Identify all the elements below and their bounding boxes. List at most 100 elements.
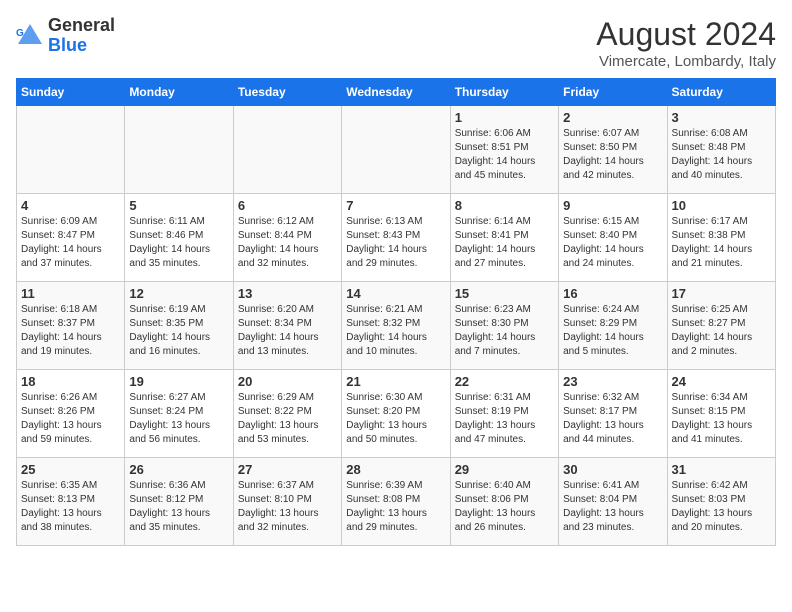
day-info: Sunrise: 6:29 AM Sunset: 8:22 PM Dayligh… <box>238 391 337 447</box>
day-info: Sunrise: 6:11 AM Sunset: 8:46 PM Dayligh… <box>129 215 228 271</box>
day-number: 5 <box>129 198 228 213</box>
day-number: 30 <box>563 462 662 477</box>
calendar-cell: 29Sunrise: 6:40 AM Sunset: 8:06 PM Dayli… <box>450 458 558 546</box>
column-header-wednesday: Wednesday <box>342 79 450 106</box>
calendar-cell: 24 Sunrise: 6:34 AM Sunset: 8:15 PM Dayli… <box>667 370 775 458</box>
day-number: 8 <box>455 198 554 213</box>
day-number: 26 <box>129 462 228 477</box>
calendar-cell: 10 Sunrise: 6:17 AM Sunset: 8:38 PM Dayli… <box>667 194 775 282</box>
day-number: 15 <box>455 286 554 301</box>
calendar-cell: 31 Sunrise: 6:42 AM Sunset: 8:03 PM Dayli… <box>667 458 775 546</box>
day-info: Sunrise: 6:36 AM Sunset: 8:12 PM Dayligh… <box>129 479 228 535</box>
day-number: 22 <box>455 374 554 389</box>
day-info: Sunrise: 6:15 AM Sunset: 8:40 PM Dayligh… <box>563 215 662 271</box>
day-number: 2 <box>563 110 662 125</box>
day-info: Sunrise: 6:06 AM Sunset: 8:51 PM Dayligh… <box>455 127 554 183</box>
day-number: 24 <box>672 374 771 389</box>
page-header: G General Blue August 2024 Vimercate, Lo… <box>16 16 776 70</box>
day-info: Sunrise: 6:14 AM Sunset: 8:41 PM Dayligh… <box>455 215 554 271</box>
day-number: 16 <box>563 286 662 301</box>
day-number: 9 <box>563 198 662 213</box>
day-number: 4 <box>21 198 120 213</box>
day-number: 31 <box>672 462 771 477</box>
column-header-monday: Monday <box>125 79 233 106</box>
day-info: Sunrise: 6:07 AM Sunset: 8:50 PM Dayligh… <box>563 127 662 183</box>
day-number: 18 <box>21 374 120 389</box>
day-info: Sunrise: 6:26 AM Sunset: 8:26 PM Dayligh… <box>21 391 120 447</box>
day-info: Sunrise: 6:41 AM Sunset: 8:04 PM Dayligh… <box>563 479 662 535</box>
day-info: Sunrise: 6:12 AM Sunset: 8:44 PM Dayligh… <box>238 215 337 271</box>
calendar-cell: 1 Sunrise: 6:06 AM Sunset: 8:51 PM Daylig… <box>450 106 558 194</box>
calendar-cell: 20 Sunrise: 6:29 AM Sunset: 8:22 PM Dayli… <box>233 370 341 458</box>
calendar-cell: 28Sunrise: 6:39 AM Sunset: 8:08 PM Dayli… <box>342 458 450 546</box>
day-info: Sunrise: 6:19 AM Sunset: 8:35 PM Dayligh… <box>129 303 228 359</box>
day-info: Sunrise: 6:37 AM Sunset: 8:10 PM Dayligh… <box>238 479 337 535</box>
calendar-week-row: 4Sunrise: 6:09 AM Sunset: 8:47 PM Daylig… <box>17 194 776 282</box>
day-number: 12 <box>129 286 228 301</box>
day-info: Sunrise: 6:25 AM Sunset: 8:27 PM Dayligh… <box>672 303 771 359</box>
calendar-cell <box>125 106 233 194</box>
calendar-cell: 14Sunrise: 6:21 AM Sunset: 8:32 PM Dayli… <box>342 282 450 370</box>
day-info: Sunrise: 6:24 AM Sunset: 8:29 PM Dayligh… <box>563 303 662 359</box>
day-info: Sunrise: 6:40 AM Sunset: 8:06 PM Dayligh… <box>455 479 554 535</box>
column-header-friday: Friday <box>559 79 667 106</box>
calendar-week-row: 11 Sunrise: 6:18 AM Sunset: 8:37 PM Dayli… <box>17 282 776 370</box>
day-info: Sunrise: 6:35 AM Sunset: 8:13 PM Dayligh… <box>21 479 120 535</box>
calendar-header-row: SundayMondayTuesdayWednesdayThursdayFrid… <box>17 79 776 106</box>
calendar-cell <box>342 106 450 194</box>
day-info: Sunrise: 6:18 AM Sunset: 8:37 PM Dayligh… <box>21 303 120 359</box>
day-info: Sunrise: 6:13 AM Sunset: 8:43 PM Dayligh… <box>346 215 445 271</box>
logo: G General Blue <box>16 16 115 56</box>
day-info: Sunrise: 6:39 AM Sunset: 8:08 PM Dayligh… <box>346 479 445 535</box>
day-number: 25 <box>21 462 120 477</box>
calendar-cell: 25 Sunrise: 6:35 AM Sunset: 8:13 PM Dayli… <box>17 458 125 546</box>
calendar-week-row: 1 Sunrise: 6:06 AM Sunset: 8:51 PM Daylig… <box>17 106 776 194</box>
day-number: 13 <box>238 286 337 301</box>
day-info: Sunrise: 6:23 AM Sunset: 8:30 PM Dayligh… <box>455 303 554 359</box>
calendar-cell: 13 Sunrise: 6:20 AM Sunset: 8:34 PM Dayli… <box>233 282 341 370</box>
column-header-thursday: Thursday <box>450 79 558 106</box>
calendar-cell: 7 Sunrise: 6:13 AM Sunset: 8:43 PM Daylig… <box>342 194 450 282</box>
calendar-cell: 6Sunrise: 6:12 AM Sunset: 8:44 PM Daylig… <box>233 194 341 282</box>
calendar-cell: 21 Sunrise: 6:30 AM Sunset: 8:20 PM Dayli… <box>342 370 450 458</box>
calendar-cell: 4Sunrise: 6:09 AM Sunset: 8:47 PM Daylig… <box>17 194 125 282</box>
day-info: Sunrise: 6:27 AM Sunset: 8:24 PM Dayligh… <box>129 391 228 447</box>
calendar-cell: 5 Sunrise: 6:11 AM Sunset: 8:46 PM Daylig… <box>125 194 233 282</box>
day-number: 27 <box>238 462 337 477</box>
calendar-cell: 15 Sunrise: 6:23 AM Sunset: 8:30 PM Dayli… <box>450 282 558 370</box>
logo-icon: G <box>16 22 44 50</box>
day-info: Sunrise: 6:32 AM Sunset: 8:17 PM Dayligh… <box>563 391 662 447</box>
page-title: August 2024 <box>596 16 776 53</box>
day-info: Sunrise: 6:42 AM Sunset: 8:03 PM Dayligh… <box>672 479 771 535</box>
calendar-cell: 3Sunrise: 6:08 AM Sunset: 8:48 PM Daylig… <box>667 106 775 194</box>
calendar-cell <box>233 106 341 194</box>
day-info: Sunrise: 6:17 AM Sunset: 8:38 PM Dayligh… <box>672 215 771 271</box>
day-number: 20 <box>238 374 337 389</box>
day-info: Sunrise: 6:30 AM Sunset: 8:20 PM Dayligh… <box>346 391 445 447</box>
calendar-cell: 2 Sunrise: 6:07 AM Sunset: 8:50 PM Daylig… <box>559 106 667 194</box>
calendar-cell: 19 Sunrise: 6:27 AM Sunset: 8:24 PM Dayli… <box>125 370 233 458</box>
day-number: 23 <box>563 374 662 389</box>
day-info: Sunrise: 6:20 AM Sunset: 8:34 PM Dayligh… <box>238 303 337 359</box>
day-number: 1 <box>455 110 554 125</box>
calendar-cell: 16 Sunrise: 6:24 AM Sunset: 8:29 PM Dayli… <box>559 282 667 370</box>
calendar-week-row: 25 Sunrise: 6:35 AM Sunset: 8:13 PM Dayli… <box>17 458 776 546</box>
day-number: 21 <box>346 374 445 389</box>
day-info: Sunrise: 6:08 AM Sunset: 8:48 PM Dayligh… <box>672 127 771 183</box>
day-number: 11 <box>21 286 120 301</box>
calendar-cell: 27 Sunrise: 6:37 AM Sunset: 8:10 PM Dayli… <box>233 458 341 546</box>
day-info: Sunrise: 6:34 AM Sunset: 8:15 PM Dayligh… <box>672 391 771 447</box>
column-header-tuesday: Tuesday <box>233 79 341 106</box>
calendar-cell: 22Sunrise: 6:31 AM Sunset: 8:19 PM Dayli… <box>450 370 558 458</box>
day-number: 7 <box>346 198 445 213</box>
column-header-saturday: Saturday <box>667 79 775 106</box>
day-number: 17 <box>672 286 771 301</box>
page-subtitle: Vimercate, Lombardy, Italy <box>596 53 776 70</box>
calendar-cell: 18 Sunrise: 6:26 AM Sunset: 8:26 PM Dayli… <box>17 370 125 458</box>
day-number: 10 <box>672 198 771 213</box>
day-number: 19 <box>129 374 228 389</box>
calendar-cell: 26 Sunrise: 6:36 AM Sunset: 8:12 PM Dayli… <box>125 458 233 546</box>
calendar-cell: 8 Sunrise: 6:14 AM Sunset: 8:41 PM Daylig… <box>450 194 558 282</box>
calendar-cell: 11 Sunrise: 6:18 AM Sunset: 8:37 PM Dayli… <box>17 282 125 370</box>
calendar-week-row: 18 Sunrise: 6:26 AM Sunset: 8:26 PM Dayli… <box>17 370 776 458</box>
